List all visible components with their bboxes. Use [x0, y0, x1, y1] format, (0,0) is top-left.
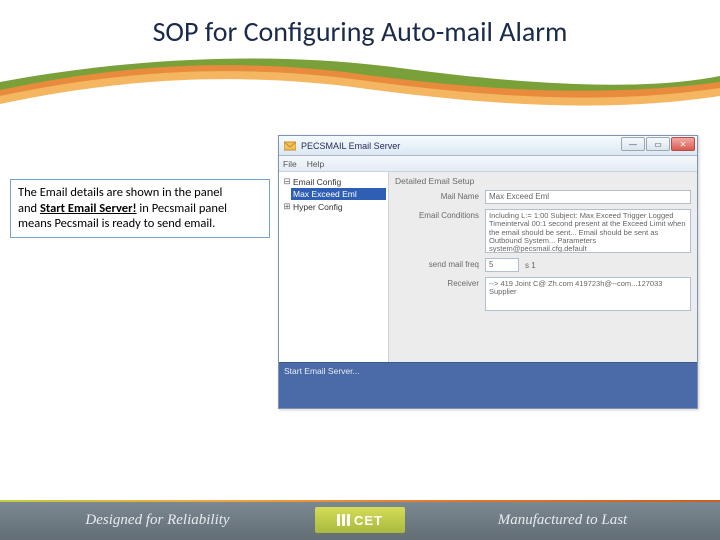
- pecsmail-window: PECSMAIL Email Server — ▭ ✕ File Help ⊟E…: [278, 135, 698, 409]
- logo-text: CET: [354, 513, 383, 528]
- footer-bar: Designed for Reliability CET Manufacture…: [0, 500, 720, 540]
- conditions-input[interactable]: Including L:= 1:00 Subject: Max Exceed T…: [485, 209, 691, 253]
- callout-line1: The Email details are shown in the panel: [18, 185, 262, 201]
- window-buttons: — ▭ ✕: [620, 137, 695, 151]
- app-icon: [283, 139, 297, 153]
- mail-name-label: Mail Name: [395, 190, 485, 203]
- minimize-button[interactable]: —: [621, 137, 645, 151]
- send-rate-unit: s 1: [525, 261, 536, 270]
- status-panel: Start Email Server...: [279, 362, 697, 408]
- menu-file[interactable]: File: [283, 159, 297, 169]
- form-panel: Detailed Email Setup Mail Name Max Excee…: [389, 172, 697, 362]
- callout-line3: means Pecsmail is ready to send email.: [18, 216, 262, 232]
- conditions-label: Email Conditions: [395, 209, 485, 222]
- status-line: Start Email Server...: [284, 366, 692, 376]
- explanation-callout: The Email details are shown in the panel…: [10, 179, 270, 238]
- titlebar: PECSMAIL Email Server — ▭ ✕: [279, 136, 697, 156]
- callout-line2: and Start Email Server! in Pecsmail pane…: [18, 201, 262, 217]
- slide: SOP for Configuring Auto-mail Alarm The …: [0, 0, 720, 540]
- tree-root[interactable]: ⊟Email Config: [281, 175, 386, 188]
- receiver-input[interactable]: --> 419 Joint C@ Zh.com 419723h@--com...…: [485, 277, 691, 311]
- menu-help[interactable]: Help: [307, 159, 324, 169]
- send-rate-input[interactable]: 5: [485, 258, 519, 272]
- maximize-button[interactable]: ▭: [646, 137, 670, 151]
- logo-bars-icon: [337, 514, 350, 526]
- form-heading: Detailed Email Setup: [395, 176, 691, 186]
- footer-left: Designed for Reliability: [0, 512, 315, 529]
- header-swoosh: [0, 54, 720, 114]
- menubar: File Help: [279, 156, 697, 172]
- tree-other[interactable]: ⊞Hyper Config: [281, 200, 386, 213]
- footer-right: Manufactured to Last: [405, 512, 720, 529]
- receiver-label: Receiver: [395, 277, 485, 290]
- mail-name-input[interactable]: Max Exceed Eml: [485, 190, 691, 204]
- window-title: PECSMAIL Email Server: [301, 141, 400, 151]
- tree-panel: ⊟Email Config Max Exceed Eml ⊞Hyper Conf…: [279, 172, 389, 362]
- client-area: ⊟Email Config Max Exceed Eml ⊞Hyper Conf…: [279, 172, 697, 362]
- footer-accent: [0, 500, 720, 502]
- swoosh-icon: [0, 54, 720, 114]
- tree-selected[interactable]: Max Exceed Eml: [291, 188, 386, 200]
- slide-title: SOP for Configuring Auto-mail Alarm: [0, 14, 720, 49]
- close-button[interactable]: ✕: [671, 137, 695, 151]
- send-rate-label: send mail freq: [395, 258, 485, 271]
- footer-logo: CET: [315, 507, 405, 533]
